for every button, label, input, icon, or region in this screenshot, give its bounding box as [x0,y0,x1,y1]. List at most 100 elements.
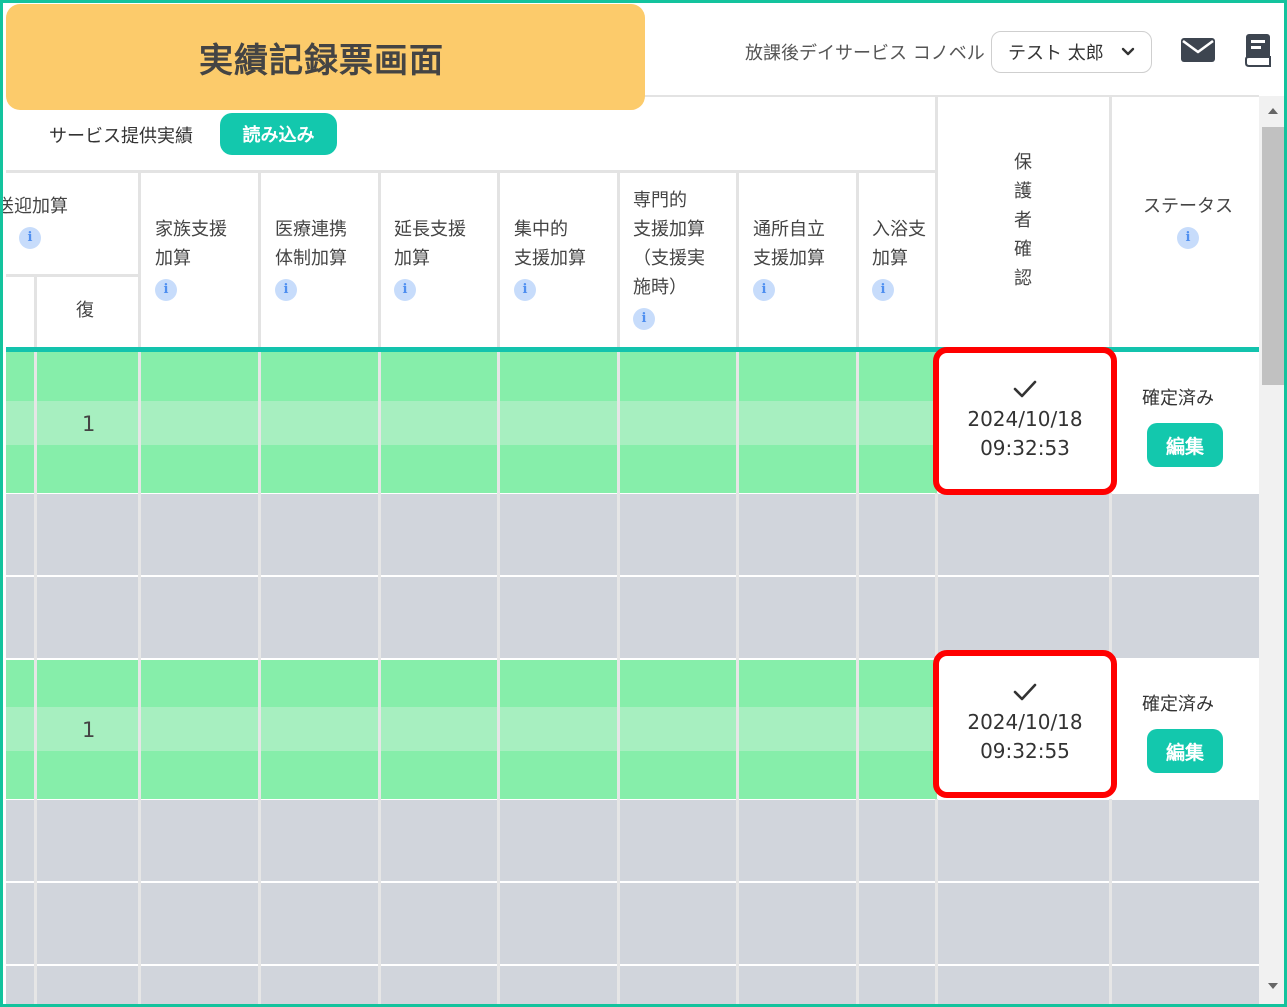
col-header-transport-return: 復 [76,300,94,321]
guardian-confirmation-box: 2024/10/18 09:32:55 [933,650,1117,798]
app-frame: 実績記録票画面 放課後デイサービス コノベル テスト 太郎 サービス提供実績 読… [0,0,1287,1007]
header-vline [617,170,620,350]
edit-button[interactable]: 編集 [1147,423,1223,467]
col-header-status: ステータス i [1143,192,1233,250]
body-vline [1109,493,1112,660]
body-vline [856,352,859,1004]
info-icon[interactable]: i [1177,227,1199,249]
header-vline [378,170,381,350]
header-vline [34,274,37,350]
body-vline [258,352,261,1004]
col-header-bathing: 入浴支 加算 i [872,215,935,302]
col-header-line: 通所自立 [753,219,825,240]
col-header-extended: 延長支援 加算 i [394,215,466,302]
confirmation-date: 2024/10/18 [967,710,1083,734]
col-header-status-label: ステータス [1143,196,1233,217]
confirmation-time: 09:32:53 [980,436,1070,460]
header-vline [258,170,261,350]
header-vline [1109,97,1112,350]
col-header-line: 加算 [394,248,430,269]
body-vline [138,352,141,1004]
col-header-line: 専門的 [633,190,687,211]
scroll-down-arrow-icon[interactable] [1264,979,1282,993]
info-icon[interactable]: i [872,279,894,301]
header-vline [497,170,500,350]
table-row-empty [6,577,1259,658]
col-header-line: 入浴支 [872,219,926,240]
info-icon[interactable]: i [155,279,177,301]
info-icon[interactable]: i [19,227,41,249]
status-text: 確定済み [1142,388,1214,409]
body-vline [497,352,500,1004]
col-header-char: 保 [1014,152,1032,173]
col-header-line: （支援実 [633,248,705,269]
body-vline [34,352,37,1004]
col-header-line: 加算 [872,248,908,269]
transport-return-count: 1 [82,412,96,436]
user-select-value: テスト 太郎 [1008,43,1104,64]
col-header-family-support: 家族支援 加算 i [155,215,227,302]
confirmation-time: 09:32:55 [980,739,1070,763]
col-header-transport: 送迎加算 i [0,192,134,250]
col-header-intensive: 集中的 支援加算 i [514,215,586,302]
col-header-char: 者 [1014,210,1032,231]
header-vline [736,170,739,350]
col-header-specialist: 専門的 支援加算 （支援実 施時） i [633,186,705,331]
col-header-guardian-confirm: 保 護 者 確 認 [1011,148,1035,293]
page-title-banner: 実績記録票画面 [6,4,645,110]
col-header-line: 施時） [633,277,687,298]
col-header-line: 加算 [155,248,191,269]
info-icon[interactable]: i [633,308,655,330]
row-highlight [6,707,937,751]
col-header-line: 集中的 [514,219,568,240]
service-results-label: サービス提供実績 [49,126,193,147]
facility-name: 放課後デイサービス コノベル [745,43,985,64]
col-header-char: 確 [1014,239,1032,260]
col-header-line: 医療連携 [275,219,347,240]
body-vline [736,352,739,1004]
manual-book-icon[interactable] [1243,33,1273,67]
info-icon[interactable]: i [514,279,536,301]
header-vline [856,170,859,350]
col-header-line: 支援加算 [633,219,705,240]
load-button[interactable]: 読み込み [220,113,337,155]
col-header-line: 延長支援 [394,219,466,240]
table-row-empty [6,966,1259,1004]
col-header-transport-label: 送迎加算 [0,196,68,217]
body-vline [1109,799,1112,1004]
user-select[interactable]: テスト 太郎 [991,31,1152,73]
status-text: 確定済み [1142,694,1214,715]
body-vline [935,493,938,660]
row-highlight [6,401,937,445]
col-header-medical: 医療連携 体制加算 i [275,215,347,302]
info-icon[interactable]: i [275,279,297,301]
body-vline [617,352,620,1004]
col-header-line: 支援加算 [753,248,825,269]
col-header-line: 支援加算 [514,248,586,269]
transport-return-count: 1 [82,718,96,742]
table-row-empty [6,494,1259,575]
col-header-line: 家族支援 [155,219,227,240]
check-icon [1013,683,1037,701]
scrollbar-thumb[interactable] [1262,127,1284,385]
chevron-down-icon [1121,47,1135,56]
col-header-char: 護 [1014,181,1032,202]
edit-button[interactable]: 編集 [1147,729,1223,773]
col-header-char: 認 [1014,268,1032,289]
col-header-line: 体制加算 [275,248,347,269]
body-vline [935,799,938,1004]
header-subdivider [6,274,140,277]
info-icon[interactable]: i [394,279,416,301]
info-icon[interactable]: i [753,279,775,301]
check-icon [1013,380,1037,398]
table-row-empty [6,883,1259,964]
header-vline [935,97,938,350]
col-header-commute: 通所自立 支援加算 i [753,215,825,302]
scroll-up-arrow-icon[interactable] [1264,104,1282,118]
confirmation-date: 2024/10/18 [967,407,1083,431]
header-vline [138,170,141,350]
guardian-confirmation-box: 2024/10/18 09:32:53 [933,347,1117,495]
header-divider [6,170,936,173]
mail-icon[interactable] [1180,36,1216,64]
page-title: 実績記録票画面 [199,40,444,81]
